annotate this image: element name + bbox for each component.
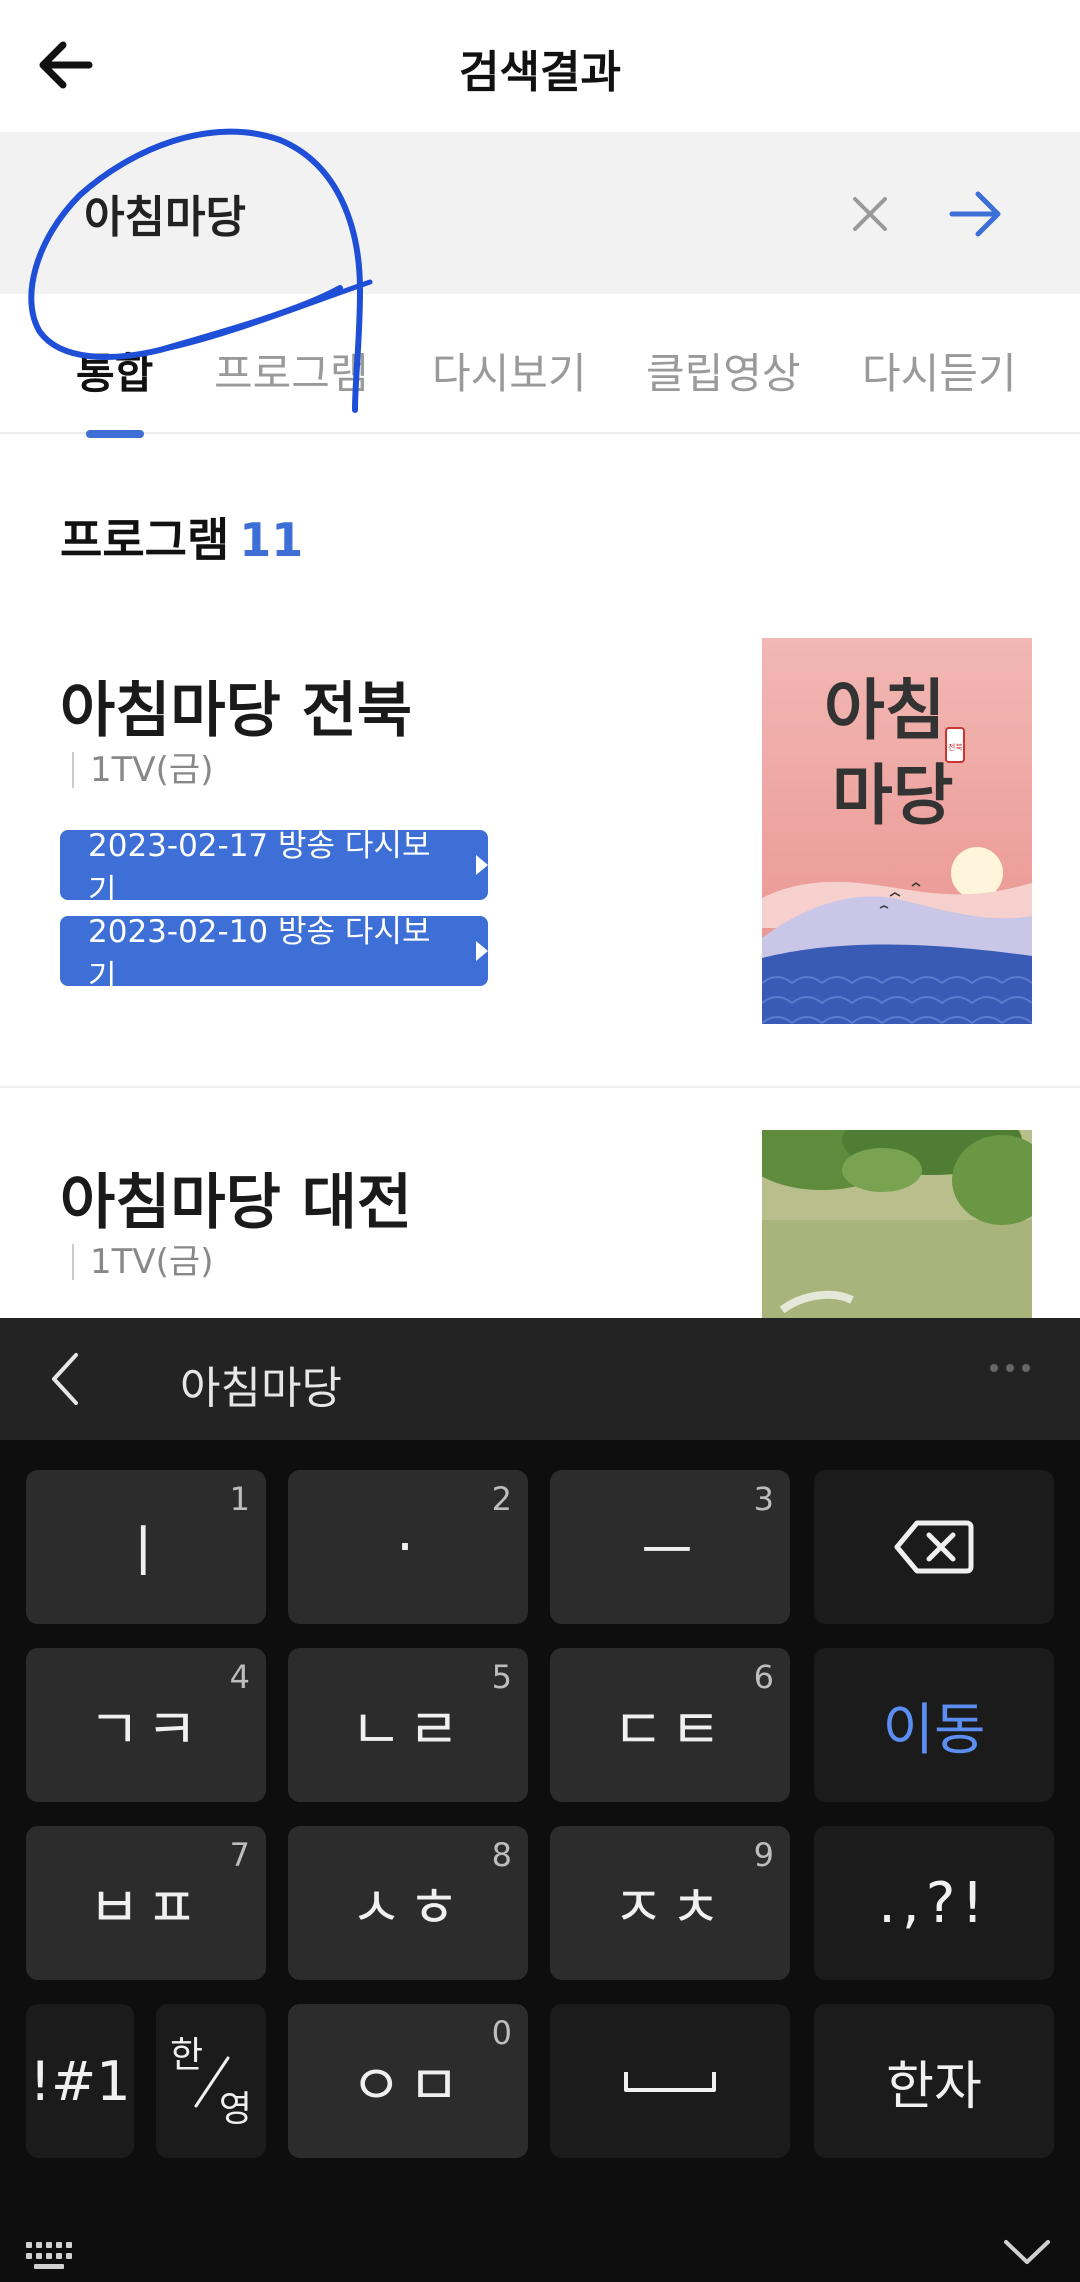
program-title[interactable]: 아침마당 대전 xyxy=(60,1154,412,1241)
replay-button-label: 2023-02-17 방송 다시보기 xyxy=(88,828,431,909)
key-i[interactable]: ㅣ 1 xyxy=(26,1470,266,1624)
key-label: ㄱㅋ xyxy=(88,1697,204,1763)
tab-program[interactable]: 프로그램 xyxy=(214,340,369,401)
replay-button[interactable]: 2023-02-10 방송 다시보기 xyxy=(60,914,488,995)
key-label: ㄴㄹ xyxy=(350,1697,466,1763)
thumbnail-art: 아침 마당 전북 xyxy=(762,638,1032,1024)
search-submit-button[interactable] xyxy=(944,182,1008,246)
section-title: 프로그램 11 xyxy=(60,504,303,570)
tab-radio-replay[interactable]: 다시듣기 xyxy=(862,340,1017,401)
keyboard-suggestion[interactable]: 아침마당 xyxy=(180,1352,342,1416)
tab-clip[interactable]: 클립영상 xyxy=(646,340,801,401)
symbols-key[interactable]: !#1 xyxy=(26,2004,134,2158)
key-number: 1 xyxy=(229,1480,250,1518)
more-icon[interactable] xyxy=(990,1364,1030,1372)
keyboard-switch-icon[interactable] xyxy=(24,2240,80,2276)
key-label: .,?! xyxy=(878,1870,990,1936)
key-number: 3 xyxy=(753,1480,774,1518)
page-title: 검색결과 xyxy=(459,47,621,98)
key-label: ㅣ xyxy=(117,1519,175,1585)
clear-search-button[interactable] xyxy=(842,186,898,242)
section-title-label: 프로그램 xyxy=(60,513,230,567)
chevron-down-icon xyxy=(1004,2240,1050,2264)
program-channel: 1TV(금) xyxy=(72,1244,213,1280)
chevron-left-icon xyxy=(52,1353,78,1405)
language-switch-key[interactable]: 한 영 xyxy=(156,2004,266,2158)
key-siot[interactable]: ㅅㅎ 8 xyxy=(288,1826,528,1980)
hide-keyboard-button[interactable] xyxy=(1002,2236,1052,2270)
thumbnail-art xyxy=(762,1130,1032,1320)
key-number: 8 xyxy=(491,1836,512,1874)
move-key[interactable]: 이동 xyxy=(814,1648,1054,1802)
key-nieun[interactable]: ㄴㄹ 5 xyxy=(288,1648,528,1802)
key-ieung[interactable]: ㅇㅁ 0 xyxy=(288,2004,528,2158)
app-header: 검색결과 xyxy=(0,0,1080,132)
key-label: ㅡ xyxy=(641,1519,699,1585)
thumbnail-text: 아침 xyxy=(824,672,945,749)
key-eu[interactable]: ㅡ 3 xyxy=(550,1470,790,1624)
key-number: 5 xyxy=(491,1658,512,1696)
key-dot[interactable]: · 2 xyxy=(288,1470,528,1624)
search-input[interactable] xyxy=(84,180,784,246)
divider xyxy=(0,1086,1080,1088)
punctuation-key[interactable]: .,?! xyxy=(814,1826,1054,1980)
suggestion-back-button[interactable] xyxy=(40,1348,90,1410)
key-number: 2 xyxy=(491,1480,512,1518)
space-key[interactable] xyxy=(550,2004,790,2158)
program-thumbnail[interactable]: 아침 마당 전북 xyxy=(762,638,1032,1024)
key-label: · xyxy=(396,1514,420,1580)
play-triangle-icon xyxy=(476,855,488,875)
space-icon xyxy=(624,2072,716,2092)
backspace-icon xyxy=(894,1520,974,1574)
key-label: 이동 xyxy=(882,1697,986,1763)
replay-button-label: 2023-02-10 방송 다시보기 xyxy=(88,914,431,995)
search-bar xyxy=(0,132,1080,294)
key-digeut[interactable]: ㄷㅌ 6 xyxy=(550,1648,790,1802)
replay-button[interactable]: 2023-02-17 방송 다시보기 xyxy=(60,828,488,909)
key-label: ㅂㅍ xyxy=(88,1875,204,1941)
key-label: !#1 xyxy=(29,2049,131,2113)
arrow-right-icon xyxy=(949,191,1001,237)
play-triangle-icon xyxy=(476,941,488,961)
thumbnail-text: 마당 xyxy=(832,757,953,834)
key-label: ㅈㅊ xyxy=(612,1875,728,1941)
key-number: 0 xyxy=(491,2014,512,2052)
backspace-key[interactable] xyxy=(814,1470,1054,1624)
key-jieut[interactable]: ㅈㅊ 9 xyxy=(550,1826,790,1980)
category-tabs: 통합 프로그램 다시보기 클립영상 다시듣기 xyxy=(0,294,1080,438)
thumbnail-badge: 전북 xyxy=(948,742,963,752)
keyboard-suggestion-bar: 아침마당 xyxy=(0,1318,1080,1440)
key-label: ㄷㅌ xyxy=(612,1697,728,1763)
key-label: 한자 xyxy=(886,2056,982,2117)
active-tab-indicator xyxy=(86,430,144,438)
key-giyeok[interactable]: ㄱㅋ 4 xyxy=(26,1648,266,1802)
key-number: 6 xyxy=(753,1658,774,1696)
hanja-key[interactable]: 한자 xyxy=(814,2004,1054,2158)
key-label: ㅇㅁ xyxy=(350,2053,466,2119)
program-channel: 1TV(금) xyxy=(72,752,213,788)
key-bieup[interactable]: ㅂㅍ 7 xyxy=(26,1826,266,1980)
key-label: 영 xyxy=(218,2089,252,2130)
key-number: 7 xyxy=(229,1836,250,1874)
program-title[interactable]: 아침마당 전북 xyxy=(60,662,412,749)
section-count: 11 xyxy=(239,513,304,567)
key-label: ㅅㅎ xyxy=(350,1875,466,1941)
program-thumbnail[interactable] xyxy=(762,1130,1032,1320)
key-number: 4 xyxy=(229,1658,250,1696)
key-number: 9 xyxy=(753,1836,774,1874)
close-icon xyxy=(853,197,887,231)
tab-replay[interactable]: 다시보기 xyxy=(432,340,587,401)
tab-all[interactable]: 통합 xyxy=(76,340,153,401)
virtual-keyboard: 아침마당 ㅣ 1 · 2 ㅡ 3 ㄱㅋ 4 ㄴㄹ 5 ㄷㅌ 6 이동 ㅂㅍ 7 xyxy=(0,1318,1080,2282)
